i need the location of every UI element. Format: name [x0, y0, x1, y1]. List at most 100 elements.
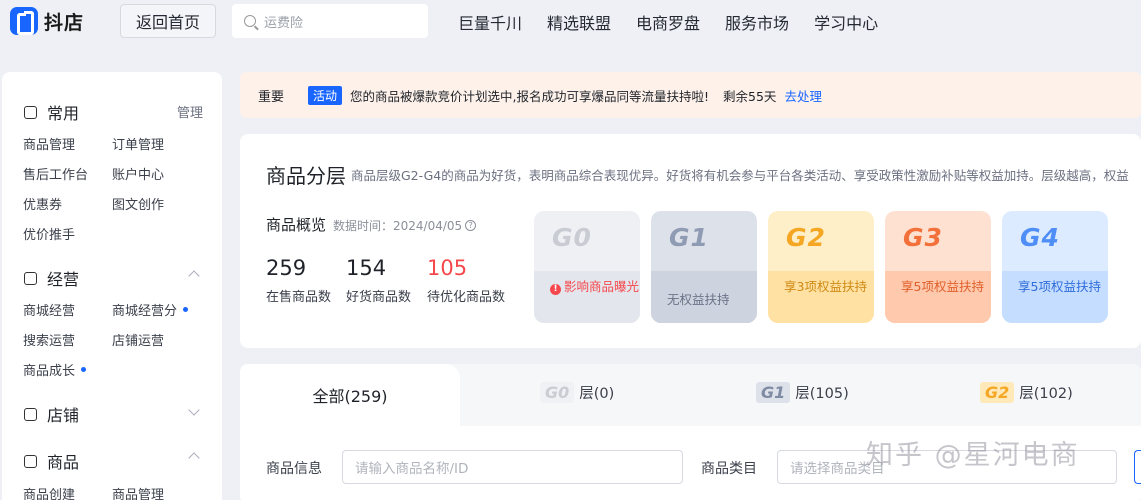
chevron-up-icon[interactable] — [188, 270, 200, 282]
sidebar-item-product-growth[interactable]: 商品成长 — [23, 360, 87, 379]
tier-card-g3[interactable]: G3 享5项权益扶持 — [885, 211, 991, 323]
sidebar-item-product-create[interactable]: 商品创建 — [23, 484, 75, 500]
tab-g1[interactable]: G1 层(105) — [756, 382, 849, 403]
warning-icon: ! — [550, 284, 561, 295]
stat-label: 在售商品数 — [266, 290, 332, 305]
tab-label: 层(105) — [795, 386, 849, 402]
stat-label: 好货商品数 — [346, 290, 412, 305]
doudian-logo-icon — [10, 7, 38, 35]
logo[interactable]: 抖店 — [10, 6, 84, 36]
info-icon[interactable]: ? — [465, 220, 477, 231]
stat-on-sale[interactable]: 259 在售商品数 — [266, 256, 331, 305]
stat-value: 105 — [427, 256, 468, 280]
sidebar-section-store[interactable]: 店铺 — [24, 402, 79, 426]
tier-badge: G3 — [903, 223, 943, 252]
notice-important-label: 重要 — [258, 89, 285, 105]
top-nav-item-learning[interactable]: 学习中心 — [814, 10, 878, 34]
tier-description: 商品层级G2-G4的商品为好货，表明商品综合表现优异。好货将有机会参与平台各类活… — [351, 168, 1129, 183]
store-icon — [24, 407, 37, 421]
tab-badge: G1 — [756, 382, 791, 403]
search-input[interactable]: 运费险 — [232, 4, 428, 38]
product-info-label: 商品信息 — [266, 461, 322, 477]
category-label: 商品类目 — [701, 461, 757, 477]
sidebar-item-product-manage[interactable]: 商品管理 — [23, 134, 75, 153]
sidebar-section-title: 店铺 — [47, 406, 80, 425]
sidebar-item-aftersale[interactable]: 售后工作台 — [23, 164, 88, 183]
sidebar-item-graphic[interactable]: 图文创作 — [112, 194, 164, 213]
tier-benefit-text: 影响商品曝光 — [564, 279, 640, 294]
new-dot — [183, 307, 189, 312]
chevron-down-icon[interactable] — [188, 404, 200, 416]
tier-benefit: 享5项权益扶持 — [1002, 271, 1108, 323]
tier-card-g0[interactable]: G0 ! 影响商品曝光 — [534, 211, 640, 323]
query-button[interactable] — [1134, 450, 1141, 484]
sidebar: 常用 管理 商品管理 订单管理 售后工作台 账户中心 优惠券 图文创作 优价推手… — [2, 72, 222, 500]
notice-remaining: 剩余55天 — [723, 88, 777, 104]
tab-g2[interactable]: G2 层(102) — [980, 382, 1073, 403]
tier-card-g4[interactable]: G4 享5项权益扶持 — [1002, 211, 1108, 323]
top-bar: 抖店 返回首页 运费险 巨量千川 精选联盟 电商罗盘 服务市场 学习中心 — [0, 0, 1141, 44]
stat-good[interactable]: 154 好货商品数 — [346, 256, 411, 305]
product-list-panel: 全部(259) G0 层(0) G1 层(105) G2 层(102) 商品信息… — [240, 364, 1141, 500]
stat-label: 待优化商品数 — [427, 290, 506, 305]
tab-all[interactable]: 全部(259) — [240, 364, 460, 426]
notice-action-link[interactable]: 去处理 — [784, 86, 822, 105]
top-nav-item-service-market[interactable]: 服务市场 — [725, 10, 789, 34]
chevron-up-icon[interactable] — [188, 452, 200, 464]
activity-tag: 活动 — [308, 85, 343, 105]
tier-badge: G4 — [1020, 223, 1060, 252]
tier-card-g1[interactable]: G1 无权益扶持 — [651, 211, 757, 323]
tab-label: 层(0) — [579, 386, 615, 402]
sidebar-item-price-push[interactable]: 优价推手 — [23, 224, 75, 243]
tab-g0[interactable]: G0 层(0) — [540, 382, 614, 403]
tab-label: 层(102) — [1019, 386, 1073, 402]
back-home-button[interactable]: 返回首页 — [120, 4, 216, 38]
tier-benefit: 享5项权益扶持 — [885, 271, 991, 323]
sidebar-section-title: 经营 — [47, 270, 80, 289]
tier-badge: G2 — [786, 223, 826, 252]
top-nav-item-qianchuan[interactable]: 巨量千川 — [458, 10, 522, 34]
top-nav: 巨量千川 精选联盟 电商罗盘 服务市场 学习中心 — [458, 0, 903, 44]
search-icon — [244, 15, 256, 27]
manage-link[interactable]: 管理 — [177, 102, 203, 121]
sidebar-section-title: 常用 — [47, 104, 80, 123]
sidebar-item-search-ops[interactable]: 搜索运营 — [23, 330, 75, 349]
notice-message: 您的商品被爆款竞价计划选中,报名成功可享爆品同等流量扶持啦! — [350, 88, 710, 104]
grid-icon — [24, 271, 37, 285]
sidebar-section-title: 商品 — [47, 453, 80, 472]
sidebar-item-mall-operation[interactable]: 商城经营 — [23, 300, 75, 319]
tier-benefit: 享3项权益扶持 — [768, 271, 874, 323]
new-dot — [81, 367, 87, 372]
sidebar-section-common[interactable]: 常用 — [24, 100, 79, 124]
product-icon — [24, 454, 37, 468]
data-time-text: 数据时间：2024/04/05 — [333, 219, 463, 233]
sidebar-item-store-ops[interactable]: 店铺运营 — [112, 330, 164, 349]
stat-value: 154 — [346, 256, 387, 280]
top-nav-item-alliance[interactable]: 精选联盟 — [547, 10, 611, 34]
watermark: 知乎 @星河电商 — [866, 440, 1080, 471]
logo-text: 抖店 — [44, 11, 85, 34]
stat-value: 259 — [266, 256, 307, 280]
sidebar-section-product[interactable]: 商品 — [24, 449, 79, 473]
sidebar-item-label: 商城经营分 — [112, 304, 178, 319]
stat-to-optimize[interactable]: 105 待优化商品数 — [427, 256, 505, 305]
tier-card-g2[interactable]: G2 享3项权益扶持 — [768, 211, 874, 323]
product-info-input[interactable]: 请输入商品名称/ID — [342, 450, 683, 484]
sidebar-item-account[interactable]: 账户中心 — [112, 164, 164, 183]
sidebar-item-mall-score[interactable]: 商城经营分 — [112, 300, 189, 319]
tab-badge: G2 — [980, 382, 1015, 403]
sidebar-item-product-manage-2[interactable]: 商品管理 — [112, 484, 164, 500]
sidebar-item-label: 商品成长 — [23, 364, 76, 379]
tier-badge: G0 — [552, 223, 592, 252]
search-placeholder: 运费险 — [264, 15, 304, 31]
sidebar-section-operation[interactable]: 经营 — [24, 266, 79, 290]
top-nav-item-compass[interactable]: 电商罗盘 — [636, 10, 700, 34]
tier-badge: G1 — [669, 223, 709, 252]
overview-title: 商品概览 — [266, 216, 327, 234]
sidebar-item-order-manage[interactable]: 订单管理 — [112, 134, 164, 153]
tier-benefit: ! 影响商品曝光 — [534, 271, 640, 323]
notice-bar: 重要 活动 您的商品被爆款竞价计划选中,报名成功可享爆品同等流量扶持啦! 剩余5… — [240, 72, 1141, 118]
tier-title: 商品分层 — [266, 164, 346, 188]
sidebar-item-coupon[interactable]: 优惠券 — [23, 194, 62, 213]
tier-benefit: 无权益扶持 — [651, 271, 757, 323]
